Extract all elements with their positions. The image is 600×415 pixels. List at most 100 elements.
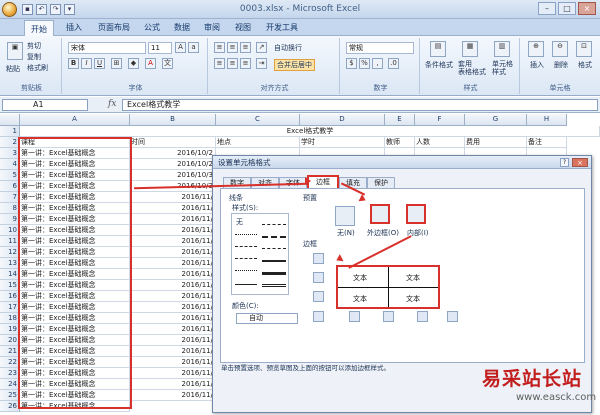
row-header[interactable]: 2 bbox=[0, 137, 20, 148]
row-header[interactable]: 23 bbox=[0, 368, 20, 379]
date-cell[interactable]: 2016/11/ bbox=[130, 247, 216, 258]
line-style-list[interactable]: 无 bbox=[231, 213, 289, 295]
orientation-icon[interactable]: ↗ bbox=[256, 42, 267, 53]
column-header-e[interactable]: E bbox=[385, 114, 415, 126]
insert-cells-icon[interactable]: ⊕ bbox=[528, 41, 544, 57]
date-cell[interactable]: 2016/11/ bbox=[130, 390, 216, 401]
row-header[interactable]: 24 bbox=[0, 379, 20, 390]
date-cell[interactable]: 2016/10/2 bbox=[130, 159, 216, 170]
column-header-g[interactable]: G bbox=[465, 114, 527, 126]
line-style-none[interactable]: 无 bbox=[236, 217, 243, 227]
date-cell[interactable]: 2016/11/ bbox=[130, 258, 216, 269]
bold-icon[interactable]: B bbox=[68, 58, 79, 69]
line-style-option[interactable] bbox=[235, 234, 257, 235]
row-header[interactable]: 12 bbox=[0, 247, 20, 258]
date-cell[interactable]: 2016/11/ bbox=[130, 346, 216, 357]
date-cell[interactable]: 2016/11/ bbox=[130, 291, 216, 302]
conditional-format-button[interactable]: 条件格式 bbox=[425, 60, 453, 70]
date-cell[interactable]: 2016/10/2 bbox=[130, 148, 216, 159]
copy-button[interactable]: 复制 bbox=[27, 52, 41, 62]
formula-input[interactable]: Excel格式教学 bbox=[122, 99, 598, 111]
comma-icon[interactable]: , bbox=[372, 58, 383, 69]
border-left-button[interactable] bbox=[349, 311, 360, 322]
currency-icon[interactable]: $ bbox=[346, 58, 357, 69]
column-header-b[interactable]: B bbox=[130, 114, 216, 126]
date-cell[interactable]: 2016/11/ bbox=[130, 192, 216, 203]
column-header-a[interactable]: A bbox=[20, 114, 130, 126]
line-style-option[interactable] bbox=[235, 284, 257, 285]
help-icon[interactable]: ? bbox=[560, 158, 569, 167]
row-header[interactable]: 21 bbox=[0, 346, 20, 357]
format-cells-icon[interactable]: ⊡ bbox=[576, 41, 592, 57]
font-color-icon[interactable]: A bbox=[145, 58, 156, 69]
date-cell[interactable]: 2016/11/ bbox=[130, 280, 216, 291]
row-header[interactable]: 17 bbox=[0, 302, 20, 313]
cell-style-icon[interactable]: ▥ bbox=[494, 41, 510, 57]
row-header[interactable]: 22 bbox=[0, 357, 20, 368]
border-top-button[interactable] bbox=[313, 253, 324, 264]
border-middle-button[interactable] bbox=[313, 272, 324, 283]
row-header[interactable]: 5 bbox=[0, 170, 20, 181]
column-header-f[interactable]: F bbox=[415, 114, 465, 126]
border-right-button[interactable] bbox=[417, 311, 428, 322]
conditional-format-icon[interactable]: ▤ bbox=[430, 41, 446, 57]
color-select[interactable]: 自动 bbox=[236, 313, 298, 324]
underline-icon[interactable]: U bbox=[94, 58, 105, 69]
date-cell[interactable]: 2016/11/ bbox=[130, 357, 216, 368]
table-format-icon[interactable]: ▦ bbox=[462, 41, 478, 57]
number-format-select[interactable]: 常规 bbox=[346, 42, 414, 54]
date-cell[interactable]: 2016/10/3 bbox=[130, 170, 216, 181]
align-middle-icon[interactable]: ≡ bbox=[227, 42, 238, 53]
column-header-h[interactable]: H bbox=[527, 114, 567, 126]
line-style-option[interactable] bbox=[235, 246, 257, 247]
delete-button[interactable]: 删除 bbox=[554, 60, 568, 70]
format-button[interactable]: 格式 bbox=[578, 60, 592, 70]
row-header[interactable]: 19 bbox=[0, 324, 20, 335]
shrink-font-icon[interactable]: a bbox=[188, 42, 199, 53]
cell-style-button[interactable]: 单元格 样式 bbox=[492, 60, 513, 76]
tab-page-layout[interactable]: 页面布局 bbox=[94, 22, 134, 33]
row-header[interactable]: 3 bbox=[0, 148, 20, 159]
cut-button[interactable]: 剪切 bbox=[27, 41, 41, 51]
row-header[interactable]: 8 bbox=[0, 203, 20, 214]
row-header[interactable]: 9 bbox=[0, 214, 20, 225]
align-left-icon[interactable]: ≡ bbox=[214, 58, 225, 69]
percent-icon[interactable]: % bbox=[359, 58, 370, 69]
grow-font-icon[interactable]: A bbox=[175, 42, 186, 53]
date-cell[interactable]: 2016/11/ bbox=[130, 203, 216, 214]
delete-cells-icon[interactable]: ⊖ bbox=[552, 41, 568, 57]
header-cell[interactable]: 学时 bbox=[300, 137, 385, 148]
table-format-button[interactable]: 套用 表格格式 bbox=[458, 60, 486, 76]
row-header[interactable]: 10 bbox=[0, 225, 20, 236]
date-cell[interactable]: 2016/11/ bbox=[130, 302, 216, 313]
tab-developer[interactable]: 开发工具 bbox=[262, 22, 302, 33]
row-header[interactable]: 1 bbox=[0, 126, 20, 137]
row-header[interactable]: 6 bbox=[0, 181, 20, 192]
tab-data[interactable]: 数据 bbox=[170, 22, 194, 33]
border-bottom-button[interactable] bbox=[313, 291, 324, 302]
column-header-d[interactable]: D bbox=[300, 114, 385, 126]
line-style-option[interactable] bbox=[262, 272, 286, 275]
wrap-text-button[interactable]: 自动换行 bbox=[274, 43, 302, 53]
header-cell[interactable]: 时间 bbox=[130, 137, 216, 148]
date-cell[interactable]: 2016/11/ bbox=[130, 379, 216, 390]
minimize-button[interactable]: – bbox=[538, 2, 556, 15]
align-center-icon[interactable]: ≡ bbox=[227, 58, 238, 69]
row-header[interactable]: 14 bbox=[0, 269, 20, 280]
close-window-button[interactable]: × bbox=[578, 2, 596, 15]
tab-home[interactable]: 开始 bbox=[24, 20, 54, 36]
column-header-c[interactable]: C bbox=[216, 114, 300, 126]
row-header[interactable]: 18 bbox=[0, 313, 20, 324]
border-diagonal-down-button[interactable] bbox=[447, 311, 458, 322]
phonetic-icon[interactable]: 文 bbox=[162, 58, 173, 69]
row-header[interactable]: 15 bbox=[0, 280, 20, 291]
align-top-icon[interactable]: ≡ bbox=[214, 42, 225, 53]
date-cell[interactable]: 2016/11/ bbox=[130, 214, 216, 225]
merge-center-button[interactable]: 合并后居中 bbox=[274, 59, 315, 71]
insert-button[interactable]: 插入 bbox=[530, 60, 544, 70]
fx-icon[interactable]: fx bbox=[108, 99, 116, 109]
tab-review[interactable]: 审阅 bbox=[200, 22, 224, 33]
header-cell[interactable]: 费用 bbox=[465, 137, 527, 148]
date-cell[interactable]: 2016/11/ bbox=[130, 335, 216, 346]
italic-icon[interactable]: I bbox=[81, 58, 92, 69]
